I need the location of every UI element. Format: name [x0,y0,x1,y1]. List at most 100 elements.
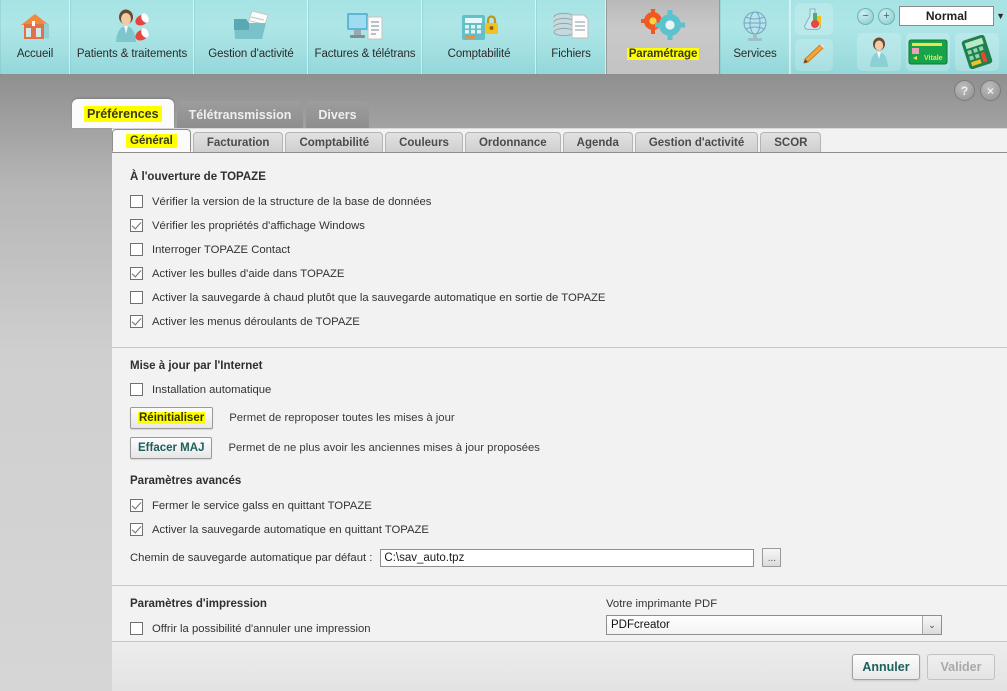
checkbox-label: Offrir la possibilité d'annuler une impr… [152,622,371,635]
pdf-printer-group: Votre imprimante PDF PDFcreator ⌄ [606,598,946,635]
validate-button[interactable]: Valider [927,653,995,680]
checkbox-label: Installation automatique [152,383,272,396]
subtab-label: Gestion d'activité [648,136,745,149]
subtab-comptabilite[interactable]: Comptabilité [285,132,384,152]
chevron-down-icon[interactable]: ⌄ [922,616,941,634]
browse-path-button[interactable]: ... [762,548,782,567]
main-toolbar: Accueil Patients & traitements Gestion d… [0,0,1007,74]
close-button[interactable]: × [980,80,1001,101]
preferences-panel: Général Facturation Comptabilité Couleur… [112,128,1007,691]
subtab-label: Ordonnance [478,136,547,149]
toolbar-item-accueil[interactable]: Accueil [0,0,70,74]
vitale-card-icon[interactable]: Vitale [906,33,950,71]
cancel-button[interactable]: Annuler [852,653,920,680]
preferences-body: À l'ouverture de TOPAZE Vérifier la vers… [112,153,1007,659]
checkbox-row[interactable]: Installation automatique [130,383,1007,396]
toolbar-item-comptabilite[interactable]: Comptabilité [422,0,536,74]
pdf-printer-label: Votre imprimante PDF [606,598,718,610]
display-mode-value: Normal [925,9,968,23]
toolbar-item-patients-traitements[interactable]: Patients & traitements [70,0,194,74]
checkbox-label: Interroger TOPAZE Contact [152,243,291,256]
checkbox-label: Fermer le service galss en quittant TOPA… [152,499,372,512]
sub-tab-bar: Général Facturation Comptabilité Couleur… [112,129,1007,153]
database-file-icon [551,6,591,46]
chart-flask-icon[interactable] [794,3,833,35]
toolbar-mini-icons [790,0,836,74]
subtab-label: Facturation [206,136,270,149]
section-startup: À l'ouverture de TOPAZE Vérifier la vers… [112,153,1007,328]
subtab-agenda[interactable]: Agenda [562,132,633,152]
toolbar-label: Patients & traitements [76,48,188,60]
subtab-ordonnance[interactable]: Ordonnance [464,132,561,152]
svg-text:Vitale: Vitale [924,55,943,62]
reinit-description: Permet de reproposer toutes les mises à … [229,412,455,424]
checkbox-allow-cancel-print[interactable] [130,622,143,635]
subtab-facturation[interactable]: Facturation [192,132,284,152]
subtab-gestion-activite[interactable]: Gestion d'activité [634,132,759,152]
display-mode-select[interactable]: Normal [899,6,995,26]
globe-icon [737,6,773,46]
checkbox-row[interactable]: Vérifier la version de la structure de l… [130,195,1007,208]
tab-label: Préférences [84,105,162,122]
toolbar-label: Factures & télétrans [314,48,416,60]
zoom-in-button[interactable]: + [878,7,895,25]
tab-divers[interactable]: Divers [306,101,369,128]
tab-teletransmission[interactable]: Télétransmission [176,101,304,128]
pencil-icon[interactable] [794,39,833,71]
checkbox-row[interactable]: Activer les menus déroulants de TOPAZE [130,315,1007,328]
help-button[interactable]: ? [954,80,975,101]
toolbar-right-cluster: − + Normal ▼ Vitale [855,0,1007,74]
toolbar-label: Comptabilité [447,48,511,60]
section-title: Mise à jour par l'Internet [130,360,263,372]
checkbox-label: Activer les menus déroulants de TOPAZE [152,315,360,328]
checkbox-row[interactable]: Vérifier les propriétés d'affichage Wind… [130,219,1007,232]
checkbox-query-topaze-contact[interactable] [130,243,143,256]
checkbox-row[interactable]: Activer la sauvegarde automatique en qui… [130,523,1007,536]
pdf-printer-value: PDFcreator [611,619,670,631]
effacer-maj-button[interactable]: Effacer MAJ [130,437,213,459]
subtab-label: SCOR [774,136,808,149]
pdf-printer-select[interactable]: PDFcreator ⌄ [606,615,942,635]
checkbox-close-galss-service[interactable] [130,499,143,512]
checkbox-enable-dropdown-menus[interactable] [130,315,143,328]
reinitialiser-button[interactable]: Réinitialiser [130,407,214,429]
backup-path-label: Chemin de sauvegarde automatique par déf… [130,551,373,564]
zoom-out-button[interactable]: − [857,7,874,25]
checkbox-row[interactable]: Activer les bulles d'aide dans TOPAZE [130,267,1007,280]
subtab-scor[interactable]: SCOR [760,132,822,152]
calculator-lock-icon [458,6,500,46]
checkbox-verify-windows-display[interactable] [130,219,143,232]
checkbox-hot-backup[interactable] [130,291,143,304]
reinit-row: Réinitialiser Permet de reproposer toute… [130,407,1007,429]
checkbox-auto-install[interactable] [130,383,143,396]
toolbar-item-services[interactable]: Services [720,0,790,74]
tab-preferences[interactable]: Préférences [72,99,174,128]
toolbar-item-parametrage[interactable]: Paramétrage [606,0,720,74]
patient-pills-icon [111,6,153,46]
checkbox-enable-tooltips[interactable] [130,267,143,280]
checkbox-auto-backup-on-exit[interactable] [130,523,143,536]
toolbar-label: Paramétrage [626,48,700,60]
chevron-down-icon[interactable]: ▼ [996,11,1005,21]
toolbar-item-fichiers[interactable]: Fichiers [536,0,606,74]
toolbar-item-gestion-activite[interactable]: Gestion d'activité [194,0,308,74]
tab-label: Télétransmission [188,107,292,122]
button-label: Effacer MAJ [138,442,205,454]
top-tab-bar: Préférences Télétransmission Divers [72,99,372,128]
home-icon [17,6,53,46]
toolbar-item-factures-teletrans[interactable]: Factures & télétrans [308,0,422,74]
dialog-footer: Annuler Valider [112,641,1007,691]
checkbox-row[interactable]: Activer la sauvegarde à chaud plutôt que… [130,291,1007,304]
calculator-icon[interactable] [955,33,999,71]
toolbar-label: Fichiers [551,48,591,60]
backup-path-input[interactable]: C:\sav_auto.tpz [380,548,755,567]
checkbox-row[interactable]: Fermer le service galss en quittant TOPA… [130,499,1007,512]
user-avatar-icon[interactable] [857,33,901,71]
effacer-description: Permet de ne plus avoir les anciennes mi… [228,442,540,454]
folder-documents-icon [230,6,272,46]
subtab-couleurs[interactable]: Couleurs [385,132,463,152]
subtab-general[interactable]: Général [112,129,191,152]
section-title: Paramètres avancés [130,475,242,487]
checkbox-verify-db-version[interactable] [130,195,143,208]
checkbox-row[interactable]: Interroger TOPAZE Contact [130,243,1007,256]
